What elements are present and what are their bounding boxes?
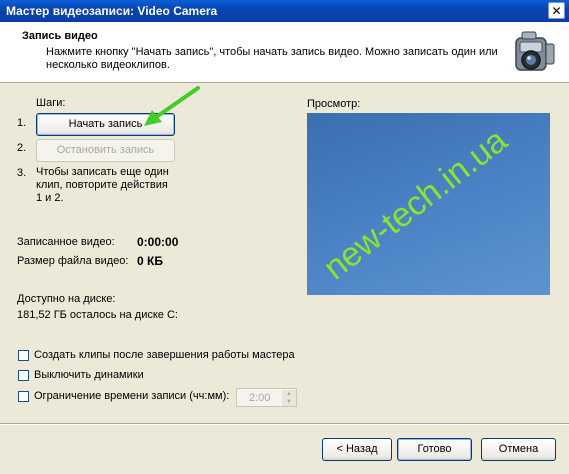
recorded-video-value: 0:00:00 — [137, 235, 179, 249]
watermark: new-tech.in.ua — [317, 121, 515, 287]
page-title: Запись видео — [22, 30, 98, 42]
spin-up-icon[interactable]: ▲ — [282, 390, 296, 398]
steps-label: Шаги: — [36, 97, 66, 109]
file-size-value: 0 КБ — [137, 254, 163, 268]
step-3-number: 3. — [17, 167, 27, 179]
title-bar: Мастер видеозаписи: Video Camera ✕ — [0, 0, 569, 22]
stop-recording-button[interactable]: Остановить запись — [36, 139, 175, 162]
time-limit-spinner[interactable]: 2:00 ▲ ▼ — [236, 388, 297, 407]
preview-label: Просмотр: — [307, 98, 361, 110]
step-3-text: Чтобы записать еще один клип, повторите … — [36, 166, 169, 204]
finish-button[interactable]: Готово — [397, 438, 472, 461]
time-limit-checkbox[interactable] — [18, 391, 29, 402]
create-clips-checkbox[interactable] — [18, 350, 29, 361]
step-1-number: 1. — [17, 117, 27, 129]
page-description: Нажмите кнопку "Начать запись", чтобы на… — [46, 46, 498, 71]
mute-speakers-label: Выключить динамики — [34, 369, 144, 381]
video-camera-icon — [515, 31, 555, 71]
wizard-header: Запись видео Нажмите кнопку "Начать запи… — [0, 22, 569, 83]
green-arrow-annotation — [144, 86, 200, 126]
disk-available-label: Доступно на диске: — [17, 293, 116, 305]
time-limit-label: Ограничение времени записи (чч:мм): — [34, 390, 230, 402]
cancel-button[interactable]: Отмена — [481, 438, 556, 461]
time-limit-value: 2:00 — [249, 392, 271, 404]
create-clips-label: Создать клипы после завершения работы ма… — [34, 349, 295, 361]
disk-available-value: 181,52 ГБ осталось на диске C: — [17, 309, 178, 321]
footer-divider — [0, 423, 569, 425]
step-2-number: 2. — [17, 142, 27, 154]
window-title: Мастер видеозаписи: Video Camera — [6, 4, 218, 18]
mute-speakers-checkbox[interactable] — [18, 370, 29, 381]
file-size-label: Размер файла видео: — [17, 255, 129, 267]
recorded-video-label: Записанное видео: — [17, 236, 115, 248]
back-button[interactable]: < Назад — [322, 438, 392, 461]
close-button[interactable]: ✕ — [548, 2, 565, 19]
spin-down-icon[interactable]: ▼ — [282, 398, 296, 406]
watermark-text: new-tech.in.ua — [317, 121, 515, 287]
